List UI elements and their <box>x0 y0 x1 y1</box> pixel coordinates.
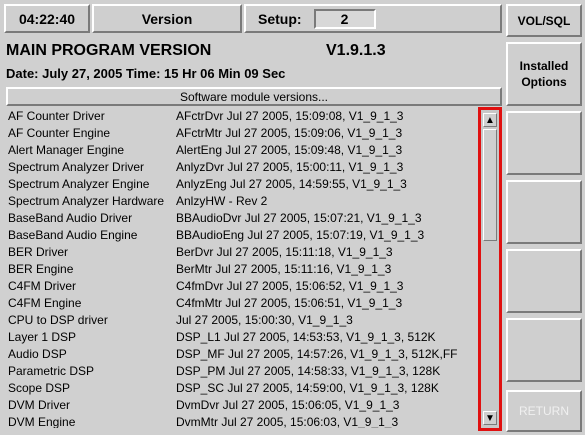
module-row: Spectrum Analyzer Hardware AnlzyHW - Rev … <box>8 193 478 210</box>
module-version-info: AnlyzDvr Jul 27 2005, 15:00:11, V1_9_1_3 <box>176 160 404 174</box>
module-row: AF Counter Driver AFctrDvr Jul 27 2005, 1… <box>8 108 478 125</box>
top-status-bar: 04:22:40 Version Setup: 2 <box>4 4 502 33</box>
module-name: C4FM Driver <box>8 279 76 293</box>
clock-display: 04:22:40 <box>4 4 90 33</box>
clock-time: 04:22:40 <box>18 10 76 27</box>
module-row: BER Engine BerMtr Jul 27 2005, 15:11:16, … <box>8 261 478 278</box>
module-name: AF Counter Driver <box>8 109 105 123</box>
module-name: C4FM Engine <box>8 296 82 310</box>
module-row: Scope DSP DSP_SC Jul 27 2005, 14:59:00, V… <box>8 380 478 397</box>
module-version-info: BerMtr Jul 27 2005, 15:11:16, V1_9_1_3 <box>176 262 392 276</box>
module-name: Audio DSP <box>8 347 67 361</box>
module-version-info: AlertEng Jul 27 2005, 15:09:48, V1_9_1_3 <box>176 143 403 157</box>
module-name: Spectrum Analyzer Engine <box>8 177 150 191</box>
module-row: DVM Engine DvmMtr Jul 27 2005, 15:06:03, … <box>8 414 478 428</box>
version-label: Version <box>141 10 193 27</box>
module-version-info: DSP_MF Jul 27 2005, 14:57:26, V1_9_1_3, … <box>176 347 458 361</box>
module-version-info: C4fmMtr Jul 27 2005, 15:06:51, V1_9_1_3 <box>176 296 403 310</box>
module-row: BaseBand Audio Engine BBAudioEng Jul 27 2… <box>8 227 478 244</box>
module-name: Scope DSP <box>8 381 71 395</box>
module-version-info: BBAudioEng Jul 27 2005, 15:07:19, V1_9_1… <box>176 228 425 242</box>
module-version-info: DvmDvr Jul 27 2005, 15:06:05, V1_9_1_3 <box>176 398 400 412</box>
module-row: Alert Manager Engine AlertEng Jul 27 2005… <box>8 142 478 159</box>
module-version-info: DvmMtr Jul 27 2005, 15:06:03, V1_9_1_3 <box>176 415 399 428</box>
list-header-label: Software module versions... <box>179 89 329 104</box>
module-row: Parametric DSP DSP_PM Jul 27 2005, 14:58:… <box>8 363 478 380</box>
installed-options-label: Installed Options <box>519 59 569 89</box>
softkey-3[interactable] <box>506 111 582 175</box>
module-version-info: BerDvr Jul 27 2005, 15:11:18, V1_9_1_3 <box>176 245 393 259</box>
softkey-6[interactable] <box>506 318 582 382</box>
softkey-5[interactable] <box>506 249 582 313</box>
module-version-info: BBAudioDvr Jul 27 2005, 15:07:21, V1_9_1… <box>176 211 422 225</box>
module-version-info: DSP_SC Jul 27 2005, 14:59:00, V1_9_1_3, … <box>176 381 439 395</box>
module-version-info: AnlzyHW - Rev 2 <box>176 194 268 208</box>
list-scrollbar[interactable]: ▲ ▼ <box>478 107 502 431</box>
setup-value[interactable]: 2 <box>313 8 376 29</box>
scrollbar-thumb[interactable] <box>483 129 497 241</box>
module-name: BaseBand Audio Driver <box>8 211 133 225</box>
module-row: Layer 1 DSP DSP_L1 Jul 27 2005, 14:53:53,… <box>8 329 478 346</box>
module-row: C4FM Engine C4fmMtr Jul 27 2005, 15:06:51… <box>8 295 478 312</box>
setup-indicator: Setup: 2 <box>244 4 502 33</box>
module-row: BER Driver BerDvr Jul 27 2005, 15:11:18, … <box>8 244 478 261</box>
list-header: Software module versions... <box>6 87 502 106</box>
module-name: DVM Engine <box>8 415 76 428</box>
module-name: Parametric DSP <box>8 364 95 378</box>
module-name: BER Driver <box>8 245 69 259</box>
module-version-info: Jul 27 2005, 15:00:30, V1_9_1_3 <box>176 313 353 327</box>
module-name: BaseBand Audio Engine <box>8 228 138 242</box>
module-row: Audio DSP DSP_MF Jul 27 2005, 14:57:26, V… <box>8 346 478 363</box>
vol-sql-label: VOL/SQL <box>517 13 571 28</box>
module-row: DVM Driver DvmDvr Jul 27 2005, 15:06:05, … <box>8 397 478 414</box>
module-name: CPU to DSP driver <box>8 313 108 327</box>
module-name: Spectrum Analyzer Driver <box>8 160 145 174</box>
module-version-info: AFctrMtr Jul 27 2005, 15:09:06, V1_9_1_3 <box>176 126 403 140</box>
arrow-down-icon[interactable]: ▼ <box>483 411 497 425</box>
module-version-info: DSP_PM Jul 27 2005, 14:58:33, V1_9_1_3, … <box>176 364 441 378</box>
module-row: C4FM Driver C4fmDvr Jul 27 2005, 15:06:52… <box>8 278 478 295</box>
module-row: Spectrum Analyzer Engine AnlyzEng Jul 27 … <box>8 176 478 193</box>
module-version-info: AnlyzEng Jul 27 2005, 14:59:55, V1_9_1_3 <box>176 177 407 191</box>
module-name: Layer 1 DSP <box>8 330 77 344</box>
return-label: RETURN <box>519 404 569 418</box>
return-button[interactable]: RETURN <box>506 390 582 432</box>
main-version: V1.9.1.3 <box>326 42 386 59</box>
version-tab[interactable]: Version <box>92 4 242 33</box>
module-row: AF Counter Engine AFctrMtr Jul 27 2005, 1… <box>8 125 478 142</box>
module-version-info: DSP_L1 Jul 27 2005, 14:53:53, V1_9_1_3, … <box>176 330 436 344</box>
module-version-info: AFctrDvr Jul 27 2005, 15:09:08, V1_9_1_3 <box>176 109 404 123</box>
module-name: Spectrum Analyzer Hardware <box>8 194 165 208</box>
arrow-up-icon[interactable]: ▲ <box>483 113 497 127</box>
softkey-4[interactable] <box>506 180 582 244</box>
module-version-list[interactable]: AF Counter Driver AFctrDvr Jul 27 2005, 1… <box>8 108 478 428</box>
page-title: MAIN PROGRAM VERSION <box>6 42 212 59</box>
module-name: BER Engine <box>8 262 74 276</box>
setup-label: Setup: <box>258 10 302 27</box>
softkey-panel: VOL/SQL Installed Options RETURN <box>506 4 582 432</box>
vol-sql-button[interactable]: VOL/SQL <box>506 4 582 37</box>
module-row: BaseBand Audio Driver BBAudioDvr Jul 27 2… <box>8 210 478 227</box>
module-name: Alert Manager Engine <box>8 143 125 157</box>
module-row: CPU to DSP driver Jul 27 2005, 15:00:30, … <box>8 312 478 329</box>
module-name: AF Counter Engine <box>8 126 111 140</box>
module-row: Spectrum Analyzer Driver AnlyzDvr Jul 27 … <box>8 159 478 176</box>
module-version-info: C4fmDvr Jul 27 2005, 15:06:52, V1_9_1_3 <box>176 279 404 293</box>
build-date: Date: July 27, 2005 Time: 15 Hr 06 Min 0… <box>6 66 286 81</box>
installed-options-button[interactable]: Installed Options <box>506 42 582 106</box>
module-name: DVM Driver <box>8 398 70 412</box>
